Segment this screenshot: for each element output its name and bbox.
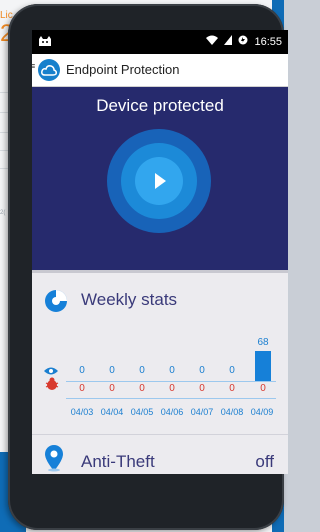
status-bar: 16:55 bbox=[32, 30, 288, 54]
phone-screen: 16:55 ≡ Endpoint Protection Device prote… bbox=[32, 30, 288, 474]
notification-icon bbox=[38, 35, 52, 50]
protection-status-text: Device protected bbox=[96, 96, 224, 115]
threat-value: 0 bbox=[229, 383, 235, 394]
scanned-value: 0 bbox=[109, 365, 115, 376]
date-label: 04/07 bbox=[190, 407, 214, 417]
phone-frame: 16:55 ≡ Endpoint Protection Device prote… bbox=[8, 4, 288, 530]
chart-baseline bbox=[66, 398, 276, 399]
threat-value: 0 bbox=[199, 383, 205, 394]
date-label: 04/09 bbox=[250, 407, 274, 417]
signal-icon bbox=[224, 35, 235, 48]
scanned-value: 0 bbox=[229, 365, 235, 376]
menu-icon[interactable]: ≡ bbox=[32, 62, 35, 74]
date-label: 04/05 bbox=[130, 407, 154, 417]
date-label: 04/03 bbox=[70, 407, 94, 417]
pie-chart-icon bbox=[45, 290, 67, 312]
wifi-icon bbox=[206, 35, 221, 48]
anti-theft-status[interactable]: off bbox=[255, 452, 274, 472]
eye-icon bbox=[44, 367, 58, 375]
scan-bar-04-09 bbox=[255, 351, 271, 381]
weekly-stats-title: Weekly stats bbox=[81, 290, 178, 309]
bug-icon bbox=[45, 377, 59, 390]
weekly-stats-section[interactable]: Weekly stats 68 0 0 0 0 0 0 0 0 0 0 0 0 … bbox=[32, 273, 288, 433]
threat-value: 0 bbox=[260, 383, 266, 394]
date-label: 04/06 bbox=[160, 407, 184, 417]
chart-baseline bbox=[66, 381, 276, 382]
scanned-value: 0 bbox=[79, 365, 85, 376]
bar-value-label: 68 bbox=[257, 337, 269, 348]
play-icon[interactable] bbox=[135, 157, 183, 205]
anti-theft-section[interactable]: Anti-Theft off bbox=[32, 434, 288, 474]
threat-value: 0 bbox=[109, 383, 115, 394]
threat-value: 0 bbox=[169, 383, 175, 394]
scanned-value: 0 bbox=[169, 365, 175, 376]
app-header: ≡ Endpoint Protection bbox=[32, 54, 288, 87]
location-pin-icon bbox=[45, 445, 63, 472]
cloud-icon bbox=[38, 59, 60, 81]
status-time: 16:55 bbox=[254, 36, 282, 48]
date-label: 04/08 bbox=[220, 407, 244, 417]
background-small-text: 2( bbox=[0, 210, 6, 216]
app-title: Endpoint Protection bbox=[66, 62, 180, 77]
threat-value: 0 bbox=[139, 383, 145, 394]
anti-theft-title: Anti-Theft bbox=[81, 452, 155, 471]
battery-icon bbox=[238, 35, 251, 48]
protection-status-panel: Device protected bbox=[32, 87, 288, 270]
threat-value: 0 bbox=[79, 383, 85, 394]
scanned-value: 0 bbox=[139, 365, 145, 376]
date-label: 04/04 bbox=[100, 407, 124, 417]
scanned-value: 0 bbox=[199, 365, 205, 376]
